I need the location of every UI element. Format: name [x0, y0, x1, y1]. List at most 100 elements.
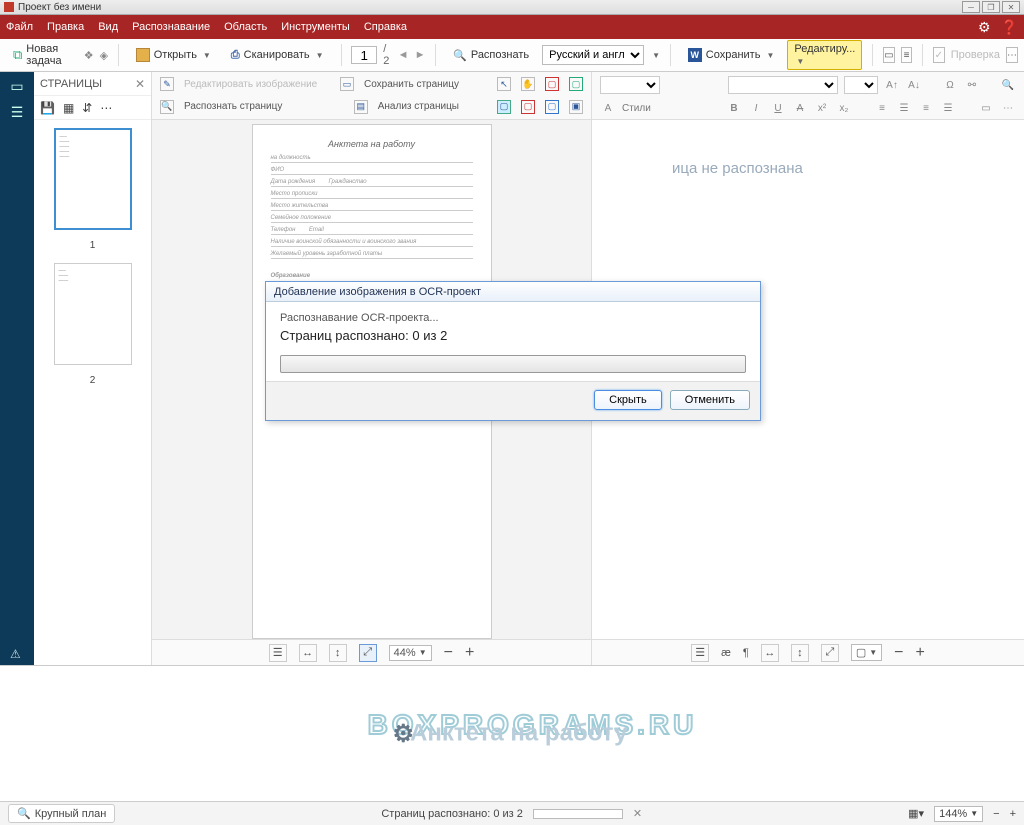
menu-area[interactable]: Область [224, 21, 267, 33]
status-zoom-out-icon[interactable]: − [993, 808, 999, 820]
new-task-button[interactable]: ⧉ Новая задача [6, 39, 78, 71]
txt-view-list-icon[interactable]: ☰ [691, 644, 709, 662]
more-icon[interactable]: ⋯ [100, 101, 112, 115]
warning-icon[interactable]: ⚠ [10, 647, 21, 661]
settings-icon[interactable]: ⚙ [978, 19, 991, 36]
chevron-down-icon[interactable]: ▼ [652, 51, 660, 60]
superscript-icon[interactable]: x² [814, 100, 830, 116]
view-list-icon[interactable]: ☰ [269, 644, 287, 662]
grid-icon[interactable]: ▦ [63, 101, 74, 115]
layout-icon-1[interactable]: ▭ [883, 47, 895, 63]
area-blue-icon[interactable]: ▢ [545, 100, 559, 114]
recognize-page-label[interactable]: Распознать страницу [184, 101, 282, 112]
scan-button[interactable]: ⎙ Сканировать ▼ [224, 45, 331, 66]
text-toolbar: A↑ A↓ Ω ⚯ 🔍 A Стили B I U A x² [592, 72, 1024, 120]
close-panel-icon[interactable]: ✕ [135, 77, 145, 91]
layout-icon-2[interactable]: ≡ [901, 47, 913, 63]
menu-tools[interactable]: Инструменты [281, 21, 350, 33]
save-icon[interactable]: 💾 [40, 101, 55, 115]
subscript-icon[interactable]: x₂ [836, 100, 852, 116]
sort-icon[interactable]: ⇵ [82, 101, 92, 115]
area-red-icon[interactable]: ▢ [545, 77, 559, 91]
style-combo[interactable] [600, 76, 660, 94]
page-number-input[interactable] [351, 46, 377, 64]
maximize-button[interactable]: ❐ [982, 1, 1000, 13]
area-green-icon[interactable]: ▢ [569, 77, 583, 91]
styles-label[interactable]: Стили [622, 103, 651, 114]
chevron-down-icon: ▼ [766, 51, 774, 60]
page-thumbnail-2[interactable]: ━━━━━━━━━━━ [54, 263, 132, 365]
mode-dropdown[interactable]: Редактиру... ▼ [787, 40, 862, 70]
fit-width-icon[interactable]: ↔ [299, 644, 317, 662]
language-select[interactable]: Русский и англ [542, 45, 644, 65]
save-button[interactable]: W Сохранить ▼ [681, 44, 782, 66]
prev-page-icon[interactable]: ◄ [398, 49, 409, 61]
menu-help[interactable]: Справка [364, 21, 407, 33]
watermark-title: ⚙Анктета на работу [396, 719, 627, 748]
more-fmt-icon[interactable]: ⋯ [1000, 100, 1016, 116]
status-cancel-icon[interactable]: ✕ [633, 807, 642, 820]
cancel-button[interactable]: Отменить [670, 390, 750, 410]
txt-zoom-out-icon[interactable]: − [894, 644, 903, 662]
txt-zoom-select[interactable]: ▢▼ [851, 644, 882, 661]
page-thumbnail-1[interactable]: ━━━━━━━━━━━━━━━━━━━ [54, 128, 132, 230]
pilcrow-icon[interactable]: æ [721, 647, 731, 659]
image-icon[interactable]: ▭ [978, 100, 994, 116]
open-button[interactable]: Открыть ▼ [129, 44, 218, 66]
close-button[interactable]: ✕ [1002, 1, 1020, 13]
view-toggle-icon[interactable]: ▦▾ [908, 807, 924, 820]
hide-button[interactable]: Скрыть [594, 390, 662, 410]
align-right-icon[interactable]: ≡ [918, 100, 934, 116]
area-red2-icon[interactable]: ▢ [521, 100, 535, 114]
align-center-icon[interactable]: ☰ [896, 100, 912, 116]
omega-icon[interactable]: Ω [942, 77, 958, 93]
search-text-icon[interactable]: 🔍 [1000, 77, 1016, 93]
menubar: Файл Правка Вид Распознавание Область Ин… [0, 15, 1024, 39]
layer-icon[interactable]: ◈ [100, 49, 108, 62]
link-icon[interactable]: ⚯ [964, 77, 980, 93]
style-icon[interactable]: A [600, 100, 616, 116]
closeup-button[interactable]: 🔍 Крупный план [8, 804, 115, 823]
status-zoom[interactable]: 144%▼ [934, 806, 983, 822]
pages-rail-icon[interactable]: ▭ [7, 78, 27, 94]
status-zoom-in-icon[interactable]: + [1010, 808, 1016, 820]
decrease-font-icon[interactable]: A↓ [906, 77, 922, 93]
window-title: Проект без имени [18, 2, 101, 13]
area-teal-icon[interactable]: ▢ [497, 100, 511, 114]
help-icon[interactable]: ❓ [1001, 19, 1018, 36]
zoom-in-icon[interactable]: + [465, 644, 474, 662]
more-icon[interactable]: ⋯ [1006, 47, 1018, 63]
layers-icon[interactable]: ❖ [84, 49, 94, 62]
menu-edit[interactable]: Правка [47, 21, 84, 33]
align-justify-icon[interactable]: ☰ [940, 100, 956, 116]
txt-fit-width-icon[interactable]: ↔ [761, 644, 779, 662]
zoom-out-icon[interactable]: − [444, 644, 453, 662]
analyze-page-label[interactable]: Анализ страницы [378, 101, 459, 112]
bold-icon[interactable]: B [726, 100, 742, 116]
zoom-select[interactable]: 44%▼ [389, 645, 432, 661]
hand-icon[interactable]: ✋ [521, 77, 535, 91]
list-rail-icon[interactable]: ☰ [7, 104, 27, 120]
recognize-button[interactable]: 🔍 Распознать [446, 45, 536, 66]
increase-font-icon[interactable]: A↑ [884, 77, 900, 93]
strike-icon[interactable]: A [792, 100, 808, 116]
size-combo[interactable] [844, 76, 878, 94]
menu-recognition[interactable]: Распознавание [132, 21, 210, 33]
menu-view[interactable]: Вид [98, 21, 118, 33]
fit-height-icon[interactable]: ↕ [329, 644, 347, 662]
paragraph-icon[interactable]: ¶ [743, 647, 749, 659]
txt-zoom-in-icon[interactable]: + [916, 644, 925, 662]
font-combo[interactable] [728, 76, 838, 94]
menu-file[interactable]: Файл [6, 21, 33, 33]
italic-icon[interactable]: I [748, 100, 764, 116]
pointer-icon[interactable]: ↖ [497, 77, 511, 91]
txt-fit-page-icon[interactable]: ⤢ [821, 644, 839, 662]
align-left-icon[interactable]: ≡ [874, 100, 890, 116]
area-bw-icon[interactable]: ▣ [569, 100, 583, 114]
minimize-button[interactable]: ─ [962, 1, 980, 13]
next-page-icon[interactable]: ► [415, 49, 426, 61]
txt-fit-height-icon[interactable]: ↕ [791, 644, 809, 662]
fit-page-icon[interactable]: ⤢ [359, 644, 377, 662]
save-page-label[interactable]: Сохранить страницу [364, 79, 459, 90]
underline-icon[interactable]: U [770, 100, 786, 116]
